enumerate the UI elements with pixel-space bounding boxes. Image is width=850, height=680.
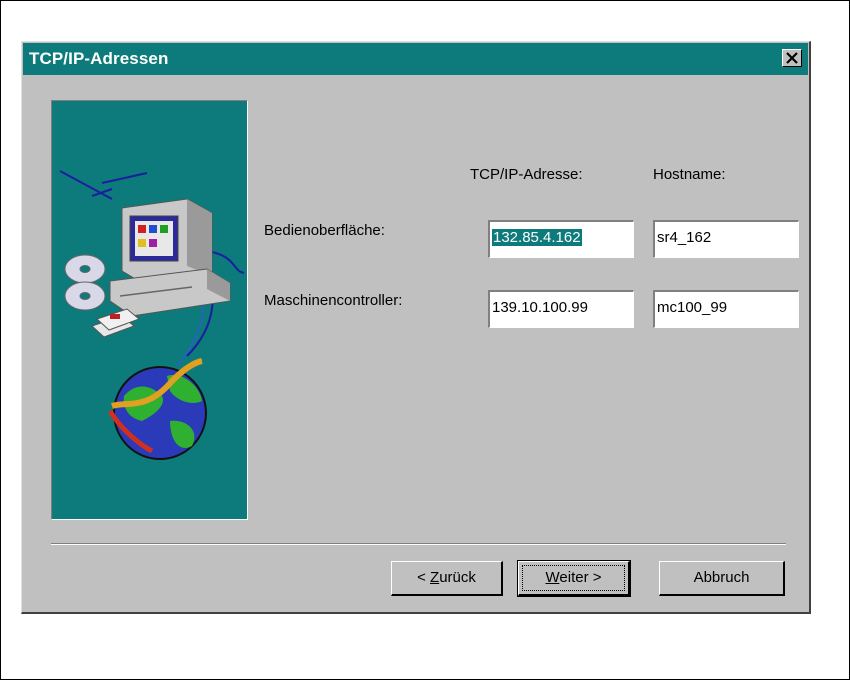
hostname-field-maschinencontroller[interactable]: mc100_99	[653, 290, 799, 328]
close-icon	[786, 52, 798, 64]
next-button[interactable]: Weiter >	[517, 560, 631, 597]
wizard-illustration	[51, 100, 248, 520]
column-header-hostname: Hostname:	[653, 166, 726, 183]
row-label-bedienoberflaeche: Bedienoberfläche:	[264, 222, 385, 239]
button-separator	[51, 543, 786, 545]
back-button[interactable]: < Zurück	[391, 561, 503, 596]
hostname-value: sr4_162	[657, 229, 712, 246]
tcpip-dialog: TCP/IP-Adressen TCP/IP-Adresse: Hostname…	[21, 41, 811, 614]
close-button[interactable]	[782, 49, 802, 67]
address-value-selected: 132.85.4.162	[492, 229, 582, 246]
cd-icon	[64, 254, 106, 311]
back-button-accelerator: Z	[430, 569, 440, 586]
back-button-label: urück	[439, 569, 476, 586]
hostname-value: mc100_99	[657, 299, 728, 316]
hostname-field-bedienoberflaeche[interactable]: sr4_162	[653, 220, 799, 258]
address-field-bedienoberflaeche[interactable]: 132.85.4.162	[488, 220, 634, 258]
cancel-button-label: Abbruch	[693, 569, 750, 586]
computer-icon	[109, 198, 231, 317]
back-button-prefix: <	[417, 569, 431, 586]
address-value: 139.10.100.99	[492, 299, 588, 316]
cancel-button[interactable]: Abbruch	[659, 561, 785, 596]
row-label-maschinencontroller: Maschinencontroller:	[264, 292, 403, 309]
focus-rectangle	[522, 565, 625, 591]
globe-icon	[107, 358, 207, 460]
dialog-title: TCP/IP-Adressen	[29, 49, 169, 68]
column-header-address: TCP/IP-Adresse:	[470, 166, 583, 183]
address-field-maschinencontroller[interactable]: 139.10.100.99	[488, 290, 634, 328]
title-bar[interactable]: TCP/IP-Adressen	[23, 43, 808, 75]
floppy-icon	[91, 308, 140, 338]
